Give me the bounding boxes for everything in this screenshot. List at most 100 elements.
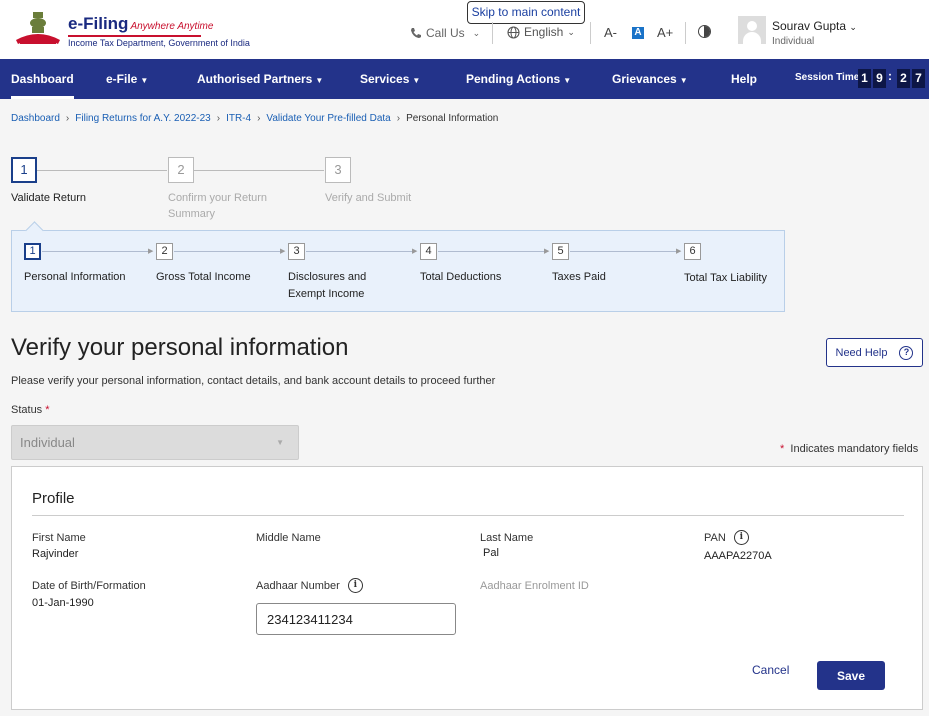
aadhaar-enrolment-label: Aadhaar Enrolment ID — [480, 580, 589, 592]
user-role: Individual — [772, 36, 815, 47]
substep-2-box[interactable]: 2 — [156, 243, 173, 260]
pan-value: AAAPA2270A — [704, 550, 772, 562]
session-digit: 1 — [858, 69, 871, 88]
top-header: e-Filing Anywhere Anytime Income Tax Depa… — [0, 0, 929, 59]
dob-value: 01-Jan-1990 — [32, 597, 94, 609]
info-icon[interactable]: i — [347, 578, 363, 593]
chevron-down-icon: ▼ — [140, 76, 149, 85]
nav-dashboard[interactable]: Dashboard — [11, 59, 74, 99]
nav-label: Authorised Partners — [197, 72, 313, 86]
substep-6-box[interactable]: 6 — [684, 243, 701, 260]
nav-efile[interactable]: e-File ▼ — [106, 59, 148, 99]
cancel-button[interactable]: Cancel — [752, 663, 789, 677]
breadcrumb-dashboard[interactable]: Dashboard — [11, 113, 60, 124]
chevron-down-icon: ⌄ — [849, 22, 857, 32]
status-select-value: Individual — [20, 435, 75, 450]
divider — [32, 515, 904, 516]
save-button[interactable]: Save — [817, 661, 885, 690]
contrast-toggle-icon[interactable] — [698, 25, 711, 38]
brand-title: e-Filing — [68, 14, 129, 33]
chevron-right-icon: › — [216, 113, 221, 124]
middle-name-label: Middle Name — [256, 532, 321, 544]
chevron-right-icon: › — [396, 113, 401, 124]
breadcrumb: Dashboard › Filing Returns for A.Y. 2022… — [11, 113, 498, 124]
font-default-button[interactable]: A — [632, 27, 644, 39]
substep-connector — [306, 251, 416, 252]
substep-1-label: Personal Information — [24, 271, 126, 283]
nav-help[interactable]: Help — [731, 59, 757, 99]
nav-services[interactable]: Services ▼ — [360, 59, 420, 99]
nav-label: Help — [731, 72, 758, 86]
need-help-button[interactable]: Need Help ? — [826, 338, 923, 367]
chevron-right-icon: › — [65, 113, 70, 124]
user-name: Sourav Gupta — [772, 19, 847, 33]
nav-label: Dashboard — [11, 72, 74, 86]
nav-label: Pending Actions — [466, 72, 561, 86]
substep-1-box[interactable]: 1 — [24, 243, 41, 260]
substep-3-box[interactable]: 3 — [288, 243, 305, 260]
status-label-text: Status — [11, 404, 43, 416]
chevron-down-icon: ▼ — [315, 76, 324, 85]
status-label: Status * — [11, 404, 50, 416]
status-select[interactable]: Individual ▼ — [11, 425, 299, 460]
language-label: English — [524, 25, 564, 39]
step-2-box: 2 — [168, 157, 194, 183]
first-name-value: Rajvinder — [32, 548, 79, 560]
skip-to-main-link[interactable]: Skip to main content — [467, 1, 585, 24]
breadcrumb-filing-returns[interactable]: Filing Returns for A.Y. 2022-23 — [75, 113, 210, 124]
arrow-right-icon: ▶ — [676, 248, 682, 255]
brand-tagline: Anywhere Anytime — [130, 21, 214, 32]
substep-3-label: Disclosures and Exempt Income — [288, 271, 367, 300]
call-us-dropdown[interactable]: Call Us ⌄ — [410, 26, 480, 40]
avatar[interactable] — [738, 16, 766, 44]
sub-stepper-panel — [11, 230, 785, 312]
aadhaar-label-text: Aadhaar Number — [256, 579, 340, 592]
substep-4-box[interactable]: 4 — [420, 243, 437, 260]
divider — [492, 22, 493, 44]
pan-label: PAN i — [704, 530, 749, 545]
required-asterisk: * — [780, 443, 785, 455]
nav-label: e-File — [106, 72, 138, 86]
call-us-label: Call Us — [426, 26, 465, 40]
main-nav: Dashboard e-File ▼ Authorised Partners ▼ S… — [0, 59, 929, 99]
question-icon: ? — [899, 345, 914, 360]
breadcrumb-itr4[interactable]: ITR-4 — [226, 113, 251, 124]
pan-label-text: PAN — [704, 531, 726, 544]
language-dropdown[interactable]: English ⌄ — [507, 25, 575, 39]
chevron-right-icon: › — [257, 113, 261, 124]
chevron-down-icon: ⌄ — [472, 27, 481, 38]
info-icon[interactable]: i — [733, 530, 749, 545]
substep-5-box[interactable]: 5 — [552, 243, 569, 260]
divider — [590, 22, 591, 44]
need-help-label: Need Help — [835, 346, 888, 359]
aadhaar-input[interactable] — [256, 603, 456, 635]
nav-grievances[interactable]: Grievances ▼ — [612, 59, 688, 99]
user-menu[interactable]: Sourav Gupta ⌄ — [772, 19, 857, 33]
page-title: Verify your personal information — [11, 334, 349, 361]
emblem-logo-icon[interactable] — [12, 10, 64, 48]
nav-label: Services — [360, 72, 410, 86]
session-time-label: Session Time — [795, 72, 860, 83]
breadcrumb-validate[interactable]: Validate Your Pre-filled Data — [266, 113, 390, 124]
step-2-label: Confirm your Return Summary — [168, 192, 268, 220]
chevron-down-icon: ▼ — [412, 76, 421, 85]
step-3-label: Verify and Submit — [325, 192, 412, 204]
nav-pending-actions[interactable]: Pending Actions ▼ — [466, 59, 571, 99]
nav-label: Grievances — [612, 72, 677, 86]
step-1-box: 1 — [11, 157, 37, 183]
font-increase-button[interactable]: A+ — [657, 25, 673, 40]
aadhaar-label: Aadhaar Number i — [256, 578, 363, 593]
breadcrumb-current: Personal Information — [406, 113, 499, 124]
dob-label: Date of Birth/Formation — [32, 580, 146, 592]
profile-card: Profile First Name Rajvinder Middle Name… — [11, 466, 923, 710]
substep-6-label: Total Tax Liability — [684, 272, 767, 284]
brand-divider — [68, 35, 201, 37]
arrow-right-icon: ▶ — [148, 248, 154, 255]
arrow-right-icon: ▶ — [280, 248, 286, 255]
brand-subtitle: Income Tax Department, Government of Ind… — [68, 38, 250, 48]
step-connector — [194, 170, 324, 171]
nav-authorised-partners[interactable]: Authorised Partners ▼ — [197, 59, 323, 99]
step-connector — [37, 170, 167, 171]
profile-title: Profile — [32, 490, 75, 507]
font-decrease-button[interactable]: A- — [604, 25, 617, 40]
